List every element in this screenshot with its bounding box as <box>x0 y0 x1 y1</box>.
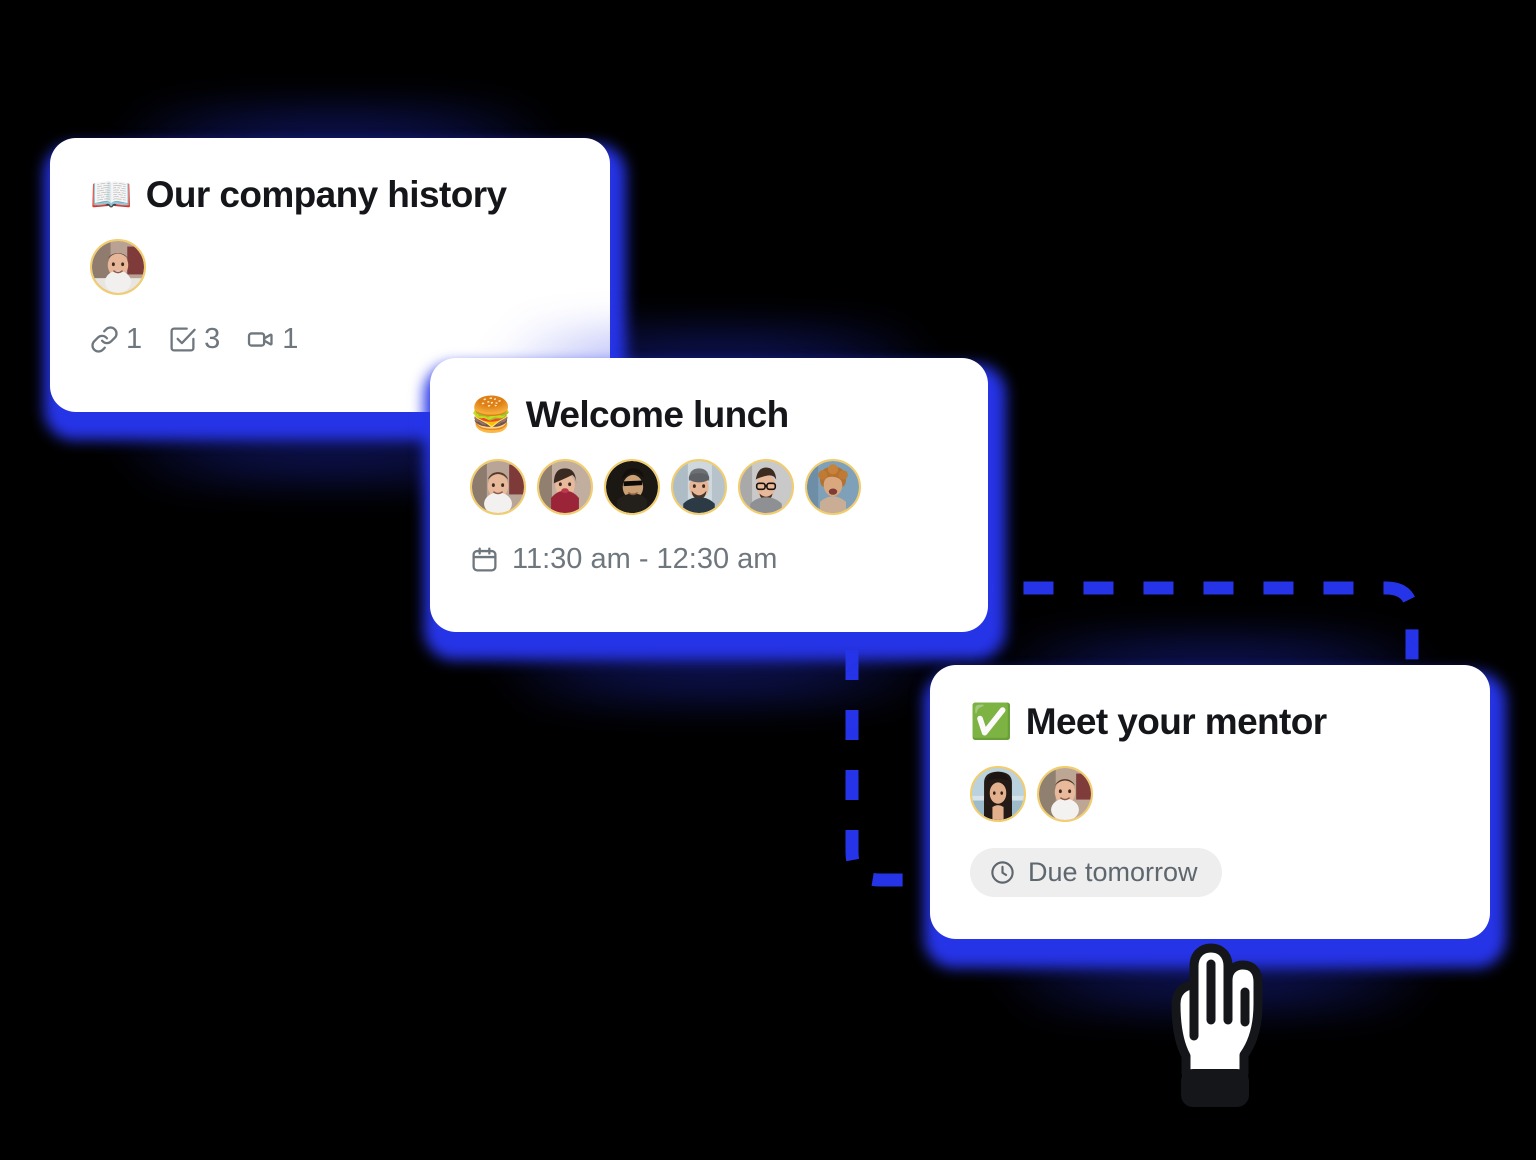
card-title-row: 🍔 Welcome lunch <box>470 396 948 433</box>
avatar-image <box>539 461 591 513</box>
card-title-text: Meet your mentor <box>1025 701 1327 742</box>
avatar-image <box>972 768 1024 820</box>
card-schedule-row: 11:30 am - 12:30 am <box>470 543 948 576</box>
meta-checklist-count: 3 <box>204 323 221 355</box>
avatar-image <box>807 461 859 513</box>
link-icon <box>90 325 119 354</box>
card-meet-your-mentor[interactable]: ✅ Meet your mentor Due tomorrow <box>930 665 1490 939</box>
avatar-row <box>90 239 570 295</box>
avatar[interactable] <box>671 459 727 515</box>
meta-checklist[interactable]: 3 <box>168 325 220 354</box>
avatar-row <box>970 766 1450 822</box>
due-badge[interactable]: Due tomorrow <box>970 848 1222 897</box>
meta-links-count: 1 <box>126 323 143 355</box>
avatar-image <box>740 461 792 513</box>
avatar[interactable] <box>970 766 1026 822</box>
avatar[interactable] <box>604 459 660 515</box>
checklist-icon <box>168 325 197 354</box>
avatar-image <box>92 241 144 293</box>
card-title-text: Our company history <box>145 174 507 215</box>
hamburger-emoji: 🍔 <box>470 395 512 434</box>
card-title-text: Welcome lunch <box>525 394 790 435</box>
avatar[interactable] <box>738 459 794 515</box>
due-badge-label: Due tomorrow <box>1028 857 1198 887</box>
check-mark-button-emoji: ✅ <box>970 702 1012 741</box>
card-welcome-lunch[interactable]: 🍔 Welcome lunch 11:30 am - 12:30 am <box>430 358 988 632</box>
avatar[interactable] <box>805 459 861 515</box>
card-meta-row: 1 3 1 <box>90 325 570 354</box>
avatar-image <box>1039 768 1091 820</box>
avatar-image <box>606 461 658 513</box>
avatar[interactable] <box>470 459 526 515</box>
card-title-row: ✅ Meet your mentor <box>970 703 1450 740</box>
avatar[interactable] <box>537 459 593 515</box>
open-book-emoji: 📖 <box>90 175 132 214</box>
calendar-icon <box>470 545 499 574</box>
card-title-row: 📖 Our company history <box>90 176 570 213</box>
meta-video[interactable]: 1 <box>246 325 298 354</box>
clock-icon <box>989 859 1016 886</box>
video-icon <box>246 325 275 354</box>
card-schedule-text: 11:30 am - 12:30 am <box>512 543 778 575</box>
avatar[interactable] <box>1037 766 1093 822</box>
avatar-image <box>673 461 725 513</box>
hand-cursor <box>1171 943 1263 1107</box>
illustration-canvas: 📖 Our company history 1 3 1 🍔 Welcome lu… <box>0 0 1536 1160</box>
avatar-image <box>472 461 524 513</box>
avatar[interactable] <box>90 239 146 295</box>
meta-links[interactable]: 1 <box>90 325 142 354</box>
meta-video-count: 1 <box>282 323 299 355</box>
avatar-row <box>470 459 948 515</box>
